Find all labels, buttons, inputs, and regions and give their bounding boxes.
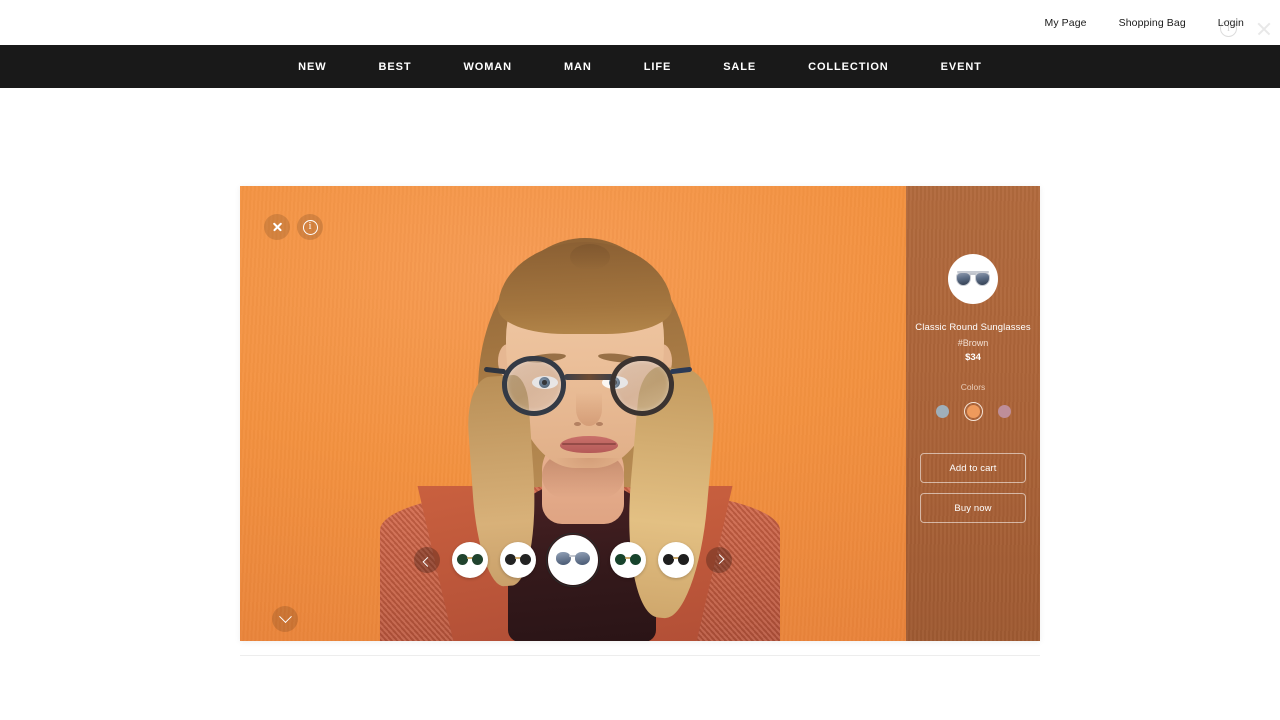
- buy-now-button[interactable]: Buy now: [920, 493, 1026, 523]
- carousel-thumb-4[interactable]: [658, 542, 694, 578]
- utility-bar: My Page Shopping Bag Login i: [0, 0, 1280, 45]
- utility-link-login[interactable]: Login: [1218, 17, 1244, 29]
- add-to-cart-button[interactable]: Add to cart: [920, 453, 1026, 483]
- colors-label: Colors: [906, 382, 1040, 392]
- glasses-lens-right: [610, 356, 674, 416]
- page-body: i: [0, 88, 1280, 720]
- ar-glasses-overlay: [502, 354, 674, 420]
- carousel-next-button[interactable]: [706, 547, 732, 573]
- product-info-panel: Classic Round Sunglasses #Brown $34 Colo…: [906, 186, 1040, 641]
- carousel-thumb-3[interactable]: [610, 542, 646, 578]
- virtual-tryon-modal: i: [240, 186, 1040, 641]
- ghost-close-icon: [1256, 21, 1272, 37]
- product-thumbnail: [948, 254, 998, 304]
- glasses-bridge: [564, 374, 614, 380]
- nav-item-woman[interactable]: WOMAN: [437, 61, 538, 73]
- collapse-button[interactable]: [272, 606, 298, 632]
- sunglasses-icon: [615, 554, 641, 566]
- hair-part: [570, 244, 610, 270]
- sunglasses-icon: [505, 554, 531, 566]
- info-icon: i: [303, 220, 318, 235]
- carousel-prev-button[interactable]: [414, 547, 440, 573]
- product-price: $34: [906, 352, 1040, 363]
- info-button[interactable]: i: [297, 214, 323, 240]
- lip-line: [562, 443, 616, 445]
- product-tag: #Brown: [906, 338, 1040, 348]
- chevron-right-icon: [714, 554, 724, 564]
- nav-item-man[interactable]: MAN: [538, 61, 618, 73]
- nav-item-life[interactable]: LIFE: [618, 61, 697, 73]
- main-navigation: NEW BEST WOMAN MAN LIFE SALE COLLECTION …: [0, 45, 1280, 88]
- color-swatch-orange-wrap[interactable]: [964, 402, 983, 421]
- product-name: Classic Round Sunglasses: [906, 322, 1040, 334]
- nav-item-event[interactable]: EVENT: [915, 61, 1008, 73]
- sunglasses-icon: [663, 554, 689, 566]
- utility-link-my-page[interactable]: My Page: [1044, 17, 1086, 29]
- sunglasses-icon: [556, 552, 590, 568]
- carousel-thumb-0[interactable]: [452, 542, 488, 578]
- sunglasses-icon: [457, 554, 483, 566]
- color-swatch-gray-blue-wrap[interactable]: [933, 402, 952, 421]
- chevron-left-icon: [422, 556, 432, 566]
- color-swatch-gray-blue[interactable]: [936, 405, 949, 418]
- chevron-down-icon: [279, 610, 292, 623]
- glasses-lens-left: [502, 356, 566, 416]
- eyewear-carousel: [240, 531, 906, 589]
- color-swatch-mauve[interactable]: [998, 405, 1011, 418]
- product-actions: Add to cart Buy now: [906, 453, 1040, 523]
- nav-item-collection[interactable]: COLLECTION: [782, 61, 915, 73]
- carousel-thumb-1[interactable]: [500, 542, 536, 578]
- color-swatch-row: [906, 402, 1040, 421]
- nav-item-new[interactable]: NEW: [272, 61, 352, 73]
- color-swatch-mauve-wrap[interactable]: [995, 402, 1014, 421]
- color-swatch-orange[interactable]: [967, 405, 980, 418]
- sunglasses-icon: [956, 271, 990, 287]
- camera-preview: i: [240, 186, 906, 641]
- close-icon: [272, 222, 283, 233]
- nav-item-sale[interactable]: SALE: [697, 61, 782, 73]
- nostril-left: [574, 422, 581, 426]
- content-divider: [240, 655, 1040, 656]
- chin-shadow: [556, 458, 622, 474]
- utility-link-shopping-bag[interactable]: Shopping Bag: [1119, 17, 1186, 29]
- close-button[interactable]: [264, 214, 290, 240]
- nav-item-best[interactable]: BEST: [353, 61, 438, 73]
- carousel-thumb-2-selected[interactable]: [548, 535, 598, 585]
- nostril-right: [596, 422, 603, 426]
